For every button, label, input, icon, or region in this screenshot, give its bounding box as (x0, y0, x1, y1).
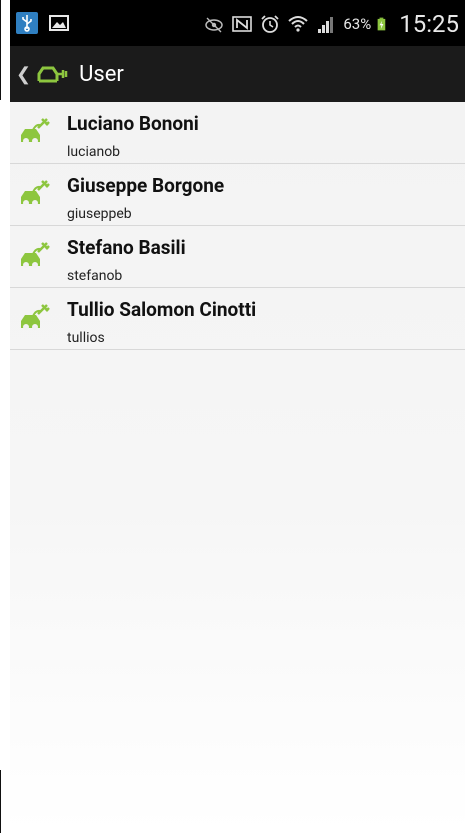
car-plug-icon (21, 304, 50, 330)
alarm-icon (261, 15, 280, 33)
edge-mark (0, 0, 1, 100)
left-edge (0, 0, 10, 833)
page-title: User (79, 61, 124, 87)
nfc-icon (232, 16, 253, 32)
clock: 15:25 (399, 10, 459, 38)
eye-icon (205, 17, 224, 33)
battery-percent: 63% (343, 15, 372, 33)
signal-icon (318, 17, 334, 33)
user-username: tullios (67, 330, 105, 346)
user-name: Luciano Bononi (67, 112, 199, 135)
user-username: giuseppeb (67, 206, 132, 222)
car-plug-icon (21, 242, 50, 268)
wifi-icon (288, 16, 309, 32)
user-name: Tullio Salomon Cinotti (67, 298, 257, 321)
car-plug-icon (21, 180, 50, 206)
user-username: lucianob (67, 144, 121, 160)
status-bar: 63% 15:25 (10, 0, 465, 46)
list-item[interactable]: Luciano Bononi lucianob (10, 102, 465, 164)
user-username: stefanob (67, 268, 123, 284)
car-plug-icon[interactable] (35, 61, 69, 87)
user-name: Giuseppe Borgone (67, 174, 225, 197)
gallery-icon (48, 12, 70, 34)
usb-icon (16, 12, 38, 34)
user-name: Stefano Basili (67, 236, 186, 259)
up-caret-icon[interactable]: ❮ (16, 64, 31, 85)
user-list: Luciano Bononi lucianob Giuseppe Borgone… (10, 102, 465, 350)
battery-charging-icon (377, 17, 386, 31)
phone-screen: 63% 15:25 ❮ User Luciano Bononi lucianob… (10, 0, 465, 833)
action-bar: ❮ User (10, 46, 465, 102)
list-item[interactable]: Stefano Basili stefanob (10, 226, 465, 288)
list-item[interactable]: Tullio Salomon Cinotti tullios (10, 288, 465, 350)
car-plug-icon (21, 118, 50, 144)
list-item[interactable]: Giuseppe Borgone giuseppeb (10, 164, 465, 226)
edge-mark (0, 770, 1, 833)
